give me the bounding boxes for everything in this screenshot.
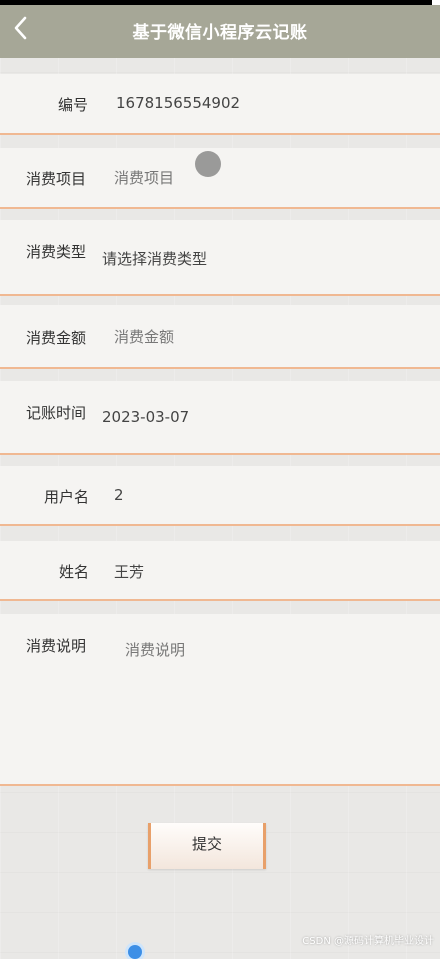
type-label: 消费类型 — [26, 243, 87, 261]
username-label: 用户名 — [44, 488, 90, 506]
touch-indicator — [195, 151, 221, 177]
submit-button[interactable]: 提交 — [148, 823, 266, 869]
name-row: 姓名 王芳 — [0, 541, 440, 601]
page-title: 基于微信小程序云记账 — [132, 23, 308, 43]
amount-row: 消费金额 消费金额 — [0, 305, 440, 369]
date-row: 记账时间 2023-03-07 — [0, 381, 440, 455]
id-label: 编号 — [58, 96, 89, 114]
item-row: 消费项目 消费项目 — [0, 148, 440, 209]
item-input[interactable]: 消费项目 — [114, 167, 174, 188]
username-input[interactable]: 2 — [114, 486, 124, 504]
id-value: 1678156554902 — [116, 94, 241, 112]
name-input[interactable]: 王芳 — [114, 561, 144, 582]
username-row: 用户名 2 — [0, 466, 440, 526]
watermark: CSDN @源码计算机毕业设计 — [302, 936, 434, 947]
desc-textarea[interactable]: 消费说明 — [125, 639, 185, 660]
status-strip — [0, 0, 440, 5]
desc-row: 消费说明 消费说明 — [0, 614, 440, 786]
type-row: 消费类型 请选择消费类型 — [0, 220, 440, 296]
date-label: 记账时间 — [26, 404, 87, 422]
scroll-indicator-dot — [128, 945, 142, 959]
item-label: 消费项目 — [26, 170, 87, 188]
desc-label: 消费说明 — [26, 637, 87, 655]
date-picker[interactable]: 2023-03-07 — [102, 408, 189, 426]
amount-label: 消费金额 — [26, 329, 87, 347]
id-row: 编号 1678156554902 — [0, 74, 440, 135]
amount-input[interactable]: 消费金额 — [114, 326, 174, 347]
type-select[interactable]: 请选择消费类型 — [102, 248, 207, 269]
name-label: 姓名 — [59, 563, 90, 581]
top-bar: 基于微信小程序云记账 — [0, 0, 440, 58]
